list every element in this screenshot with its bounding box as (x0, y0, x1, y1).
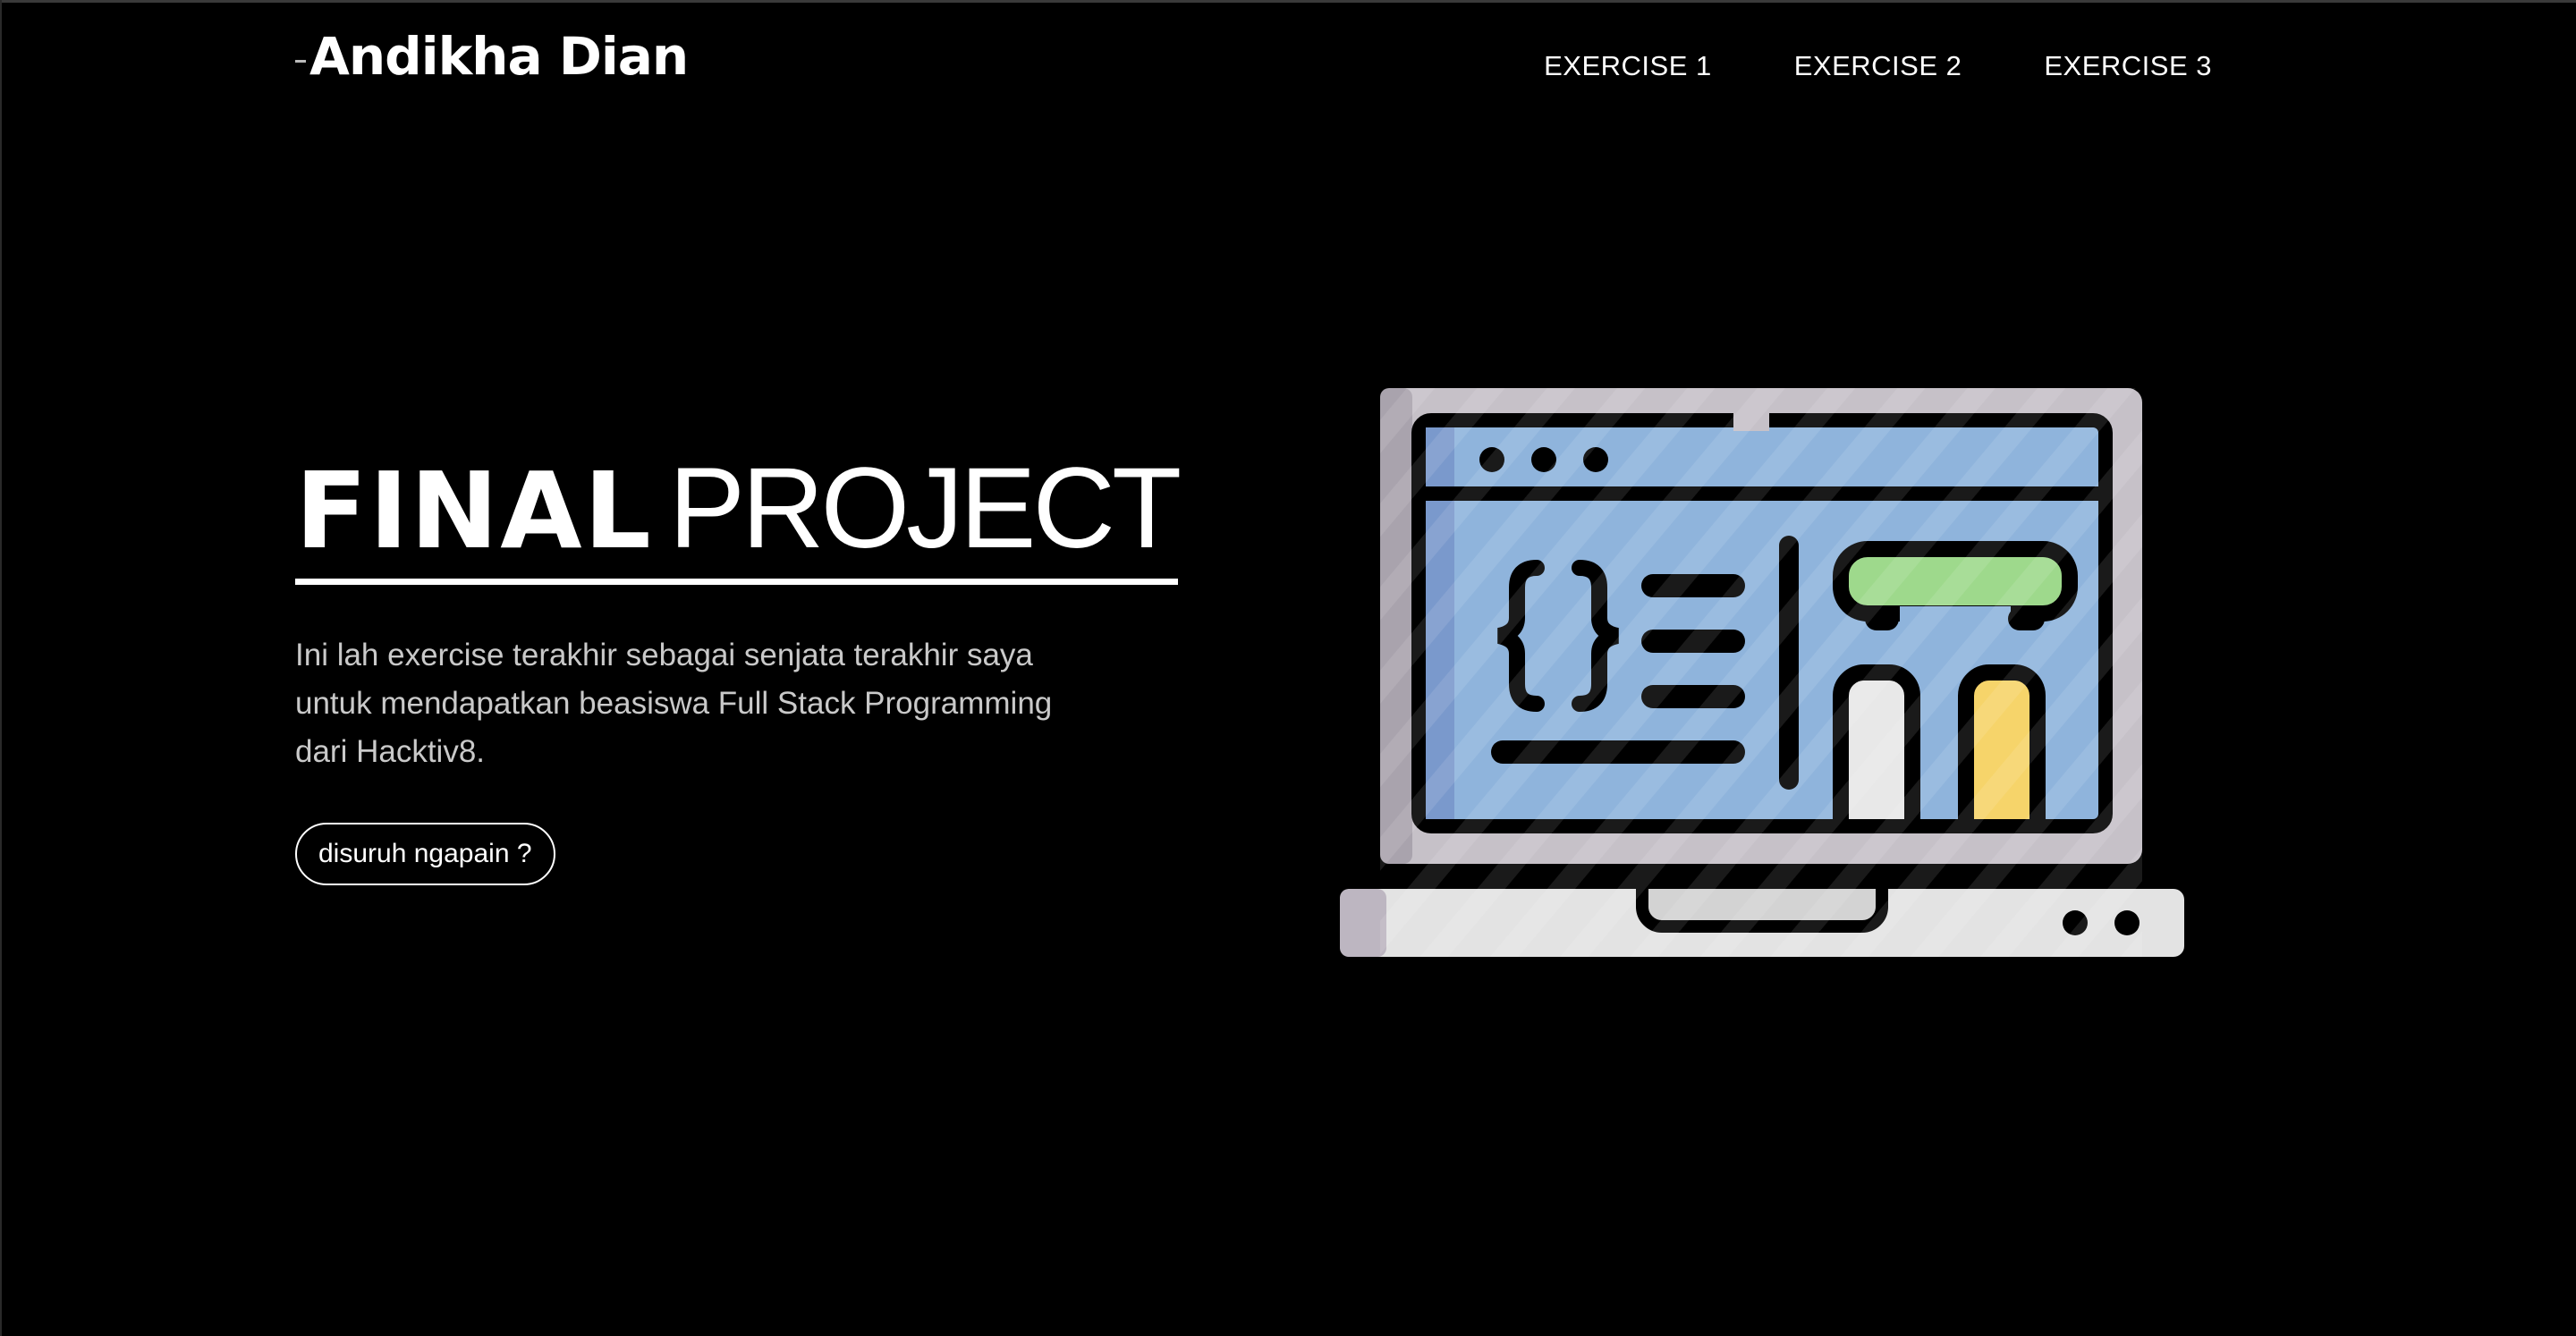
main-nav: EXERCISE 1 EXERCISE 2 EXERCISE 3 (1544, 50, 2212, 82)
hero-section: FINAL PROJECT Ini lah exercise terakhir s… (295, 452, 1182, 885)
hero-cta-button[interactable]: disuruh ngapain ? (295, 823, 555, 885)
nav-link-exercise-2[interactable]: EXERCISE 2 (1794, 50, 1962, 82)
hero-title-bold: FINAL (295, 449, 653, 572)
shine-overlay (1380, 388, 2142, 957)
laptop-base-shade (1340, 889, 1386, 957)
hero-title-light: PROJECT (668, 444, 1182, 572)
window-top-border (0, 0, 2576, 3)
brand-logo-link[interactable]: Andikha Dian (295, 26, 689, 87)
hero-title: FINAL PROJECT (295, 449, 1182, 585)
brand-mark-icon (295, 59, 306, 63)
nav-link-exercise-1[interactable]: EXERCISE 1 (1544, 50, 1712, 82)
laptop-code-icon (1340, 388, 2184, 957)
hero-description: Ini lah exercise terakhir sebagai senjat… (295, 638, 1053, 769)
brand-name: Andikha Dian (309, 26, 689, 87)
nav-link-exercise-3[interactable]: EXERCISE 3 (2044, 50, 2212, 82)
window-left-border (0, 0, 2, 1336)
